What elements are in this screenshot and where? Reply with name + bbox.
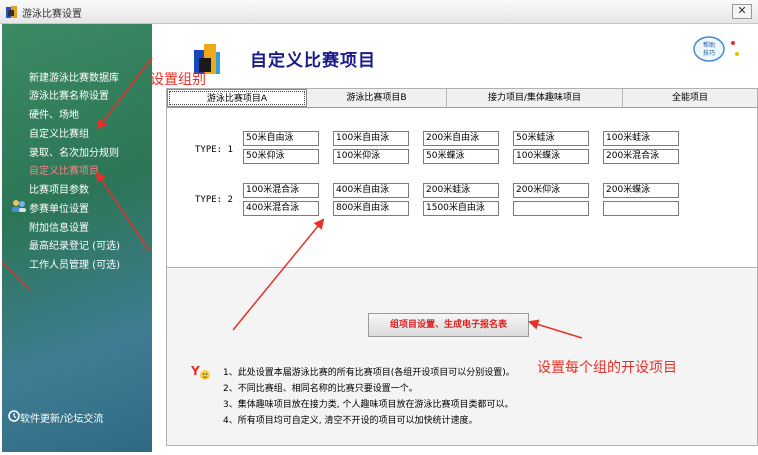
window-title: 游泳比赛设置 xyxy=(22,9,82,20)
sidebar-item-participants[interactable]: 参赛单位设置 xyxy=(29,200,89,215)
generate-entry-form-button[interactable]: 组项目设置、生成电子报名表 xyxy=(368,313,529,337)
event-field[interactable]: 200米蛙泳 xyxy=(423,183,499,198)
page-title: 自定义比赛项目 xyxy=(250,51,376,71)
note-line: 2、不同比赛组、相同名称的比赛只要设置一个。 xyxy=(223,384,418,394)
svg-text:帮助: 帮助 xyxy=(703,41,715,49)
annotation-set-groups: 设置组别 xyxy=(150,72,206,88)
tab-swim-events-a[interactable]: 游泳比赛项目A xyxy=(167,89,307,107)
type-label: TYPE: 1 xyxy=(195,145,233,155)
event-field[interactable]: 200米自由泳 xyxy=(423,131,499,146)
event-field[interactable]: 400米自由泳 xyxy=(333,183,409,198)
sidebar-item-competition-name[interactable]: 游泳比赛名称设置 xyxy=(29,87,109,102)
event-field[interactable]: 50米蛙泳 xyxy=(513,131,589,146)
event-field[interactable]: 400米混合泳 xyxy=(243,201,319,216)
events-panel: 游泳比赛项目A 游泳比赛项目B 接力项目/集体趣味项目 全能项目 TYPE: 1… xyxy=(166,88,758,446)
sidebar-item-extra-info[interactable]: 附加信息设置 xyxy=(29,219,89,234)
app-icon xyxy=(6,6,17,18)
event-field[interactable]: 100米蛙泳 xyxy=(603,131,679,146)
note-line: 1、此处设置本届游泳比赛的所有比赛项目(各组开设项目可以分别设置)。 xyxy=(223,368,515,378)
event-field[interactable] xyxy=(513,201,589,216)
smiley-y-icon: Y xyxy=(190,364,210,380)
sidebar-item-custom-events[interactable]: 自定义比赛项目 xyxy=(29,162,99,177)
sidebar-item-staff[interactable]: 工作人员管理 (可选) xyxy=(29,256,120,271)
event-field[interactable]: 200米仰泳 xyxy=(513,183,589,198)
tab-all-round[interactable]: 全能项目 xyxy=(623,89,757,107)
events-grid: TYPE: 1 50米自由泳 100米自由泳 200米自由泳 50米蛙泳 100… xyxy=(167,119,757,268)
event-field[interactable] xyxy=(603,201,679,216)
event-field[interactable]: 50米自由泳 xyxy=(243,131,319,146)
svg-text:技巧: 技巧 xyxy=(703,49,715,57)
event-field[interactable]: 50米蝶泳 xyxy=(423,149,499,164)
event-field[interactable]: 100米蝶泳 xyxy=(513,149,589,164)
sidebar-item-new-database[interactable]: 新建游泳比赛数据库 xyxy=(29,69,119,84)
event-field[interactable]: 100米混合泳 xyxy=(243,183,319,198)
help-tips-icon[interactable]: 帮助 技巧 xyxy=(693,36,725,62)
close-button[interactable]: ✕ xyxy=(732,4,752,19)
sparkle-icon xyxy=(735,52,739,56)
tab-swim-events-b[interactable]: 游泳比赛项目B xyxy=(307,89,447,107)
tab-relay-events[interactable]: 接力项目/集体趣味项目 xyxy=(447,89,623,107)
event-field[interactable]: 50米仰泳 xyxy=(243,149,319,164)
note-line: 3、集体趣味项目放在接力类, 个人趣味项目放在游泳比赛项目类都可以。 xyxy=(223,400,514,410)
annotation-set-group-events: 设置每个组的开设项目 xyxy=(537,360,677,376)
sidebar-item-records[interactable]: 最高纪录登记 (可选) xyxy=(29,237,120,252)
event-field[interactable]: 100米自由泳 xyxy=(333,131,409,146)
sidebar-footer-link[interactable]: 软件更新/论坛交流 xyxy=(20,410,103,425)
tab-bar: 游泳比赛项目A 游泳比赛项目B 接力项目/集体趣味项目 全能项目 xyxy=(167,89,757,108)
sidebar-item-hardware-venue[interactable]: 硬件、场地 xyxy=(29,106,79,121)
sidebar-item-scoring-rules[interactable]: 录取、名次加分规则 xyxy=(29,144,119,159)
sparkle-icon xyxy=(731,41,735,45)
event-field[interactable]: 800米自由泳 xyxy=(333,201,409,216)
sidebar-item-event-params[interactable]: 比赛项目参数 xyxy=(29,181,89,196)
event-field[interactable]: 200米混合泳 xyxy=(603,149,679,164)
type-label: TYPE: 2 xyxy=(195,195,233,205)
title-bar: 游泳比赛设置 ✕ xyxy=(0,0,758,24)
svg-text:Y: Y xyxy=(190,364,200,378)
event-field[interactable]: 100米仰泳 xyxy=(333,149,409,164)
group-users-icon xyxy=(12,200,26,212)
sidebar-item-custom-groups[interactable]: 自定义比赛组 xyxy=(29,125,89,140)
sidebar: 新建游泳比赛数据库 游泳比赛名称设置 硬件、场地 自定义比赛组 录取、名次加分规… xyxy=(2,24,152,452)
event-field[interactable]: 1500米自由泳 xyxy=(423,201,499,216)
note-line: 4、所有项目均可自定义, 清空不开设的项目可以加快统计速度。 xyxy=(223,416,478,426)
main-content: 自定义比赛项目 帮助 技巧 游泳比赛项目A 游泳比赛项目B 接力项目/集体趣味项… xyxy=(152,24,758,455)
update-icon xyxy=(8,410,20,422)
event-field[interactable]: 200米蝶泳 xyxy=(603,183,679,198)
